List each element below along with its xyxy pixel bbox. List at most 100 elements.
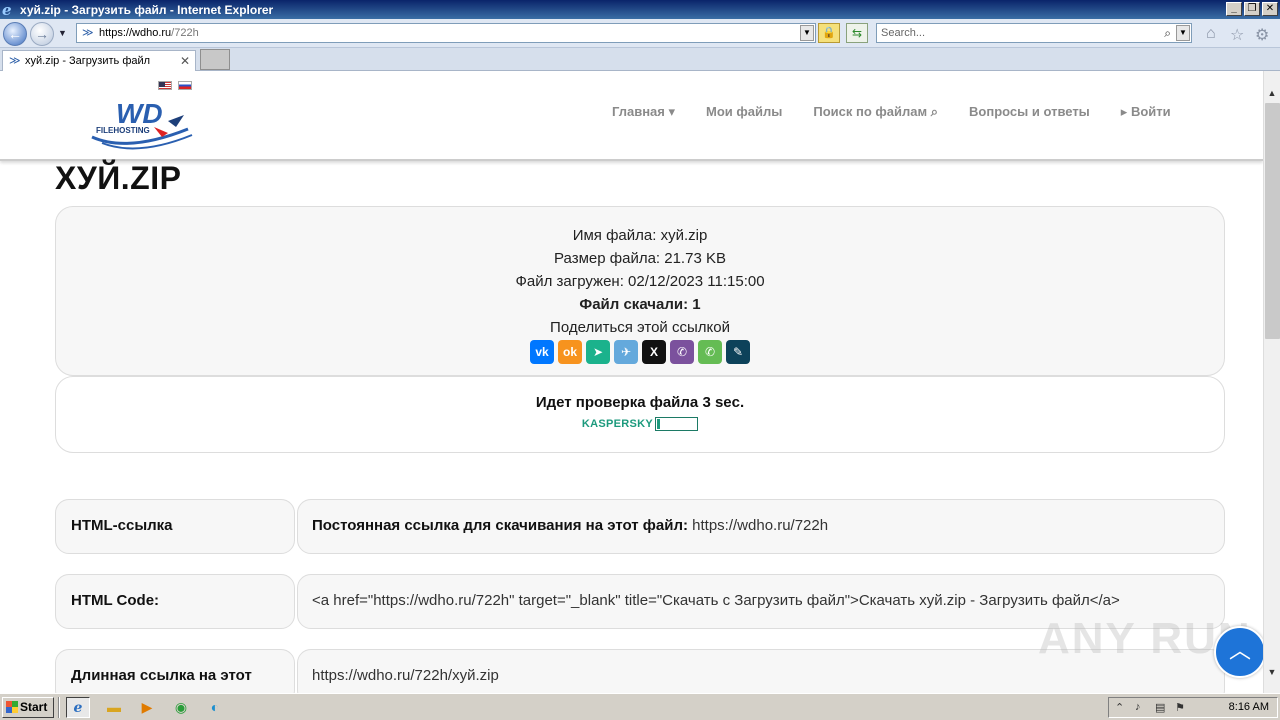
share-viber-icon[interactable]: ✆ <box>670 340 694 364</box>
virus-check-panel: Идет проверка файла 3 sec. KASPERSKY <box>55 376 1225 453</box>
taskbar-chrome-icon[interactable]: ◉ <box>169 697 193 718</box>
chevron-up-icon: ︿ <box>1228 638 1251 663</box>
logo-text: WD <box>116 98 163 129</box>
share-vk-icon[interactable]: vk <box>530 340 554 364</box>
row-label: HTML Code: <box>55 574 295 629</box>
forward-button[interactable]: → <box>30 22 54 46</box>
logo-subtext: FILEHOSTING <box>96 126 150 135</box>
check-progress-fill <box>657 419 661 429</box>
file-name: Имя файла: хуй.zip <box>572 227 708 244</box>
row-label: HTML-ссылка <box>55 499 295 554</box>
nav-my-files-label: Мои файлы <box>706 104 783 119</box>
tab-close-icon[interactable]: ✕ <box>180 51 190 71</box>
gear-icon[interactable]: ⚙ <box>1255 25 1269 45</box>
new-tab-button[interactable] <box>200 49 230 70</box>
start-button[interactable]: Start <box>2 697 54 718</box>
window-title: хуй.zip - Загрузить файл - Internet Expl… <box>20 2 274 17</box>
nav-faq[interactable]: Вопросы и ответы <box>969 104 1090 120</box>
html-link-row: HTML-ссылка Постоянная ссылка для скачив… <box>55 499 1225 554</box>
file-downloads: Файл скачали: 1 <box>579 296 701 313</box>
row-value-text: https://wdho.ru/722h <box>692 517 829 534</box>
close-button[interactable]: ✕ <box>1262 2 1278 16</box>
taskbar-explorer-icon[interactable]: ▬ <box>102 697 126 718</box>
search-icon: ⌕ <box>930 104 939 119</box>
main-nav: Главная ▾ Мои файлы Поиск по файлам ⌕ Во… <box>612 104 1202 120</box>
lock-icon[interactable]: 🔒 <box>818 23 840 43</box>
nav-file-search-label: Поиск по файлам <box>813 104 928 119</box>
ie-icon: e <box>2 0 12 19</box>
nav-login[interactable]: ▸ Войти <box>1121 104 1171 120</box>
share-odnoklassniki-icon[interactable]: ok <box>558 340 582 364</box>
vertical-scrollbar[interactable]: ▲ ▼ <box>1263 71 1280 693</box>
taskbar-separator <box>58 697 60 718</box>
start-label: Start <box>20 700 48 714</box>
caret-right-icon: ▸ <box>1120 104 1128 119</box>
back-to-top-button[interactable]: ︿ <box>1214 626 1263 678</box>
tab-page-icon: ≫ <box>9 55 21 67</box>
share-x-icon[interactable]: X <box>642 340 666 364</box>
tray-expand-icon[interactable]: ⌃ <box>1115 701 1124 714</box>
flag-icon[interactable]: ⚑ <box>1175 701 1185 714</box>
check-status: Идет проверка файла 3 sec. <box>535 394 745 411</box>
minimize-button[interactable]: _ <box>1226 2 1242 16</box>
row-value-text: <a href="https://wdho.ru/722h" target="_… <box>312 592 1120 609</box>
search-placeholder: Search... <box>881 27 926 39</box>
network-icon[interactable]: ▤ <box>1155 701 1165 714</box>
file-uploaded: Файл загружен: 02/12/2023 11:15:00 <box>515 273 765 290</box>
nav-home[interactable]: Главная ▾ <box>612 104 675 120</box>
caret-down-icon: ▾ <box>668 104 676 119</box>
nav-faq-label: Вопросы и ответы <box>969 104 1090 119</box>
share-label: Поделиться этой ссылкой <box>550 319 730 336</box>
search-dropdown-icon[interactable]: ▼ <box>1176 25 1190 41</box>
search-icon[interactable]: ⌕ <box>1164 24 1171 42</box>
row-value[interactable]: Постоянная ссылка для скачивания на этот… <box>297 499 1225 554</box>
row-label: Длинная ссылка на этот <box>55 649 295 693</box>
scroll-down-icon[interactable]: ▼ <box>1264 664 1280 681</box>
flag-ru-icon[interactable] <box>178 81 192 90</box>
taskbar-media-player-icon[interactable]: ▶ <box>135 697 159 718</box>
share-telegram-icon[interactable]: ✈ <box>614 340 638 364</box>
share-mail-icon[interactable]: ➤ <box>586 340 610 364</box>
tab-title: хуй.zip - Загрузить файл <box>25 55 151 67</box>
system-tray: ⌃ ♪ ▤ ⚑ 8:16 AM <box>1108 697 1278 718</box>
share-whatsapp-icon[interactable]: ✆ <box>698 340 722 364</box>
scroll-up-icon[interactable]: ▲ <box>1264 85 1280 102</box>
kaspersky-logo: KASPERSKY <box>581 418 654 430</box>
share-livejournal-icon[interactable]: ✎ <box>726 340 750 364</box>
address-dropdown-icon[interactable]: ▼ <box>800 25 814 41</box>
back-button[interactable]: ← <box>3 22 27 46</box>
address-host: https://wdho.ru <box>99 27 172 39</box>
taskbar-edge-icon[interactable]: ◐ <box>203 697 227 718</box>
tab-bar: ≫ хуй.zip - Загрузить файл ✕ <box>0 48 1280 71</box>
nav-login-label: Войти <box>1130 104 1171 119</box>
file-size: Размер файла: 21.73 KB <box>554 250 726 267</box>
tab-active[interactable]: ≫ хуй.zip - Загрузить файл ✕ <box>2 50 196 71</box>
address-toolbar: ← → ▼ ≫ https://wdho.ru/722h ▼ 🔒 ⇆ Searc… <box>0 19 1280 48</box>
row-value-strong: Постоянная ссылка для скачивания на этот… <box>312 517 693 534</box>
compatibility-icon[interactable]: ⇆ <box>846 23 868 43</box>
scroll-thumb[interactable] <box>1265 103 1280 339</box>
site-header: WD FILEHOSTING Главная ▾ Мои файлы Поиск… <box>0 71 1263 161</box>
window-title-bar: e хуй.zip - Загрузить файл - Internet Ex… <box>0 0 1280 19</box>
nav-file-search[interactable]: Поиск по файлам ⌕ <box>813 104 938 120</box>
flag-en-icon[interactable] <box>158 81 172 90</box>
history-dropdown-icon[interactable]: ▼ <box>58 28 67 38</box>
taskbar-ie-icon[interactable]: e <box>66 697 90 718</box>
home-icon[interactable]: ⌂ <box>1206 25 1216 43</box>
window-controls: _ ❐ ✕ <box>1226 2 1278 16</box>
address-bar[interactable]: ≫ https://wdho.ru/722h ▼ <box>76 23 816 43</box>
page-title: ХУЙ.ZIP <box>55 160 182 196</box>
volume-icon[interactable]: ♪ <box>1135 701 1141 713</box>
language-switcher <box>158 81 192 90</box>
address-path: /722h <box>171 27 199 39</box>
search-input[interactable]: Search... ⌕ ▼ <box>876 23 1192 43</box>
page-viewport: WD FILEHOSTING Главная ▾ Мои файлы Поиск… <box>0 71 1263 693</box>
kaspersky-indicator: KASPERSKY <box>56 417 1224 431</box>
share-buttons: vk ok ➤ ✈ X ✆ ✆ ✎ <box>56 340 1224 364</box>
nav-my-files[interactable]: Мои файлы <box>706 104 782 120</box>
maximize-button[interactable]: ❐ <box>1244 2 1260 16</box>
check-progress-bar <box>655 417 699 431</box>
favorites-star-icon[interactable]: ☆ <box>1230 25 1244 45</box>
site-logo[interactable]: WD FILEHOSTING <box>88 93 198 157</box>
page-icon: ≫ <box>82 27 94 39</box>
